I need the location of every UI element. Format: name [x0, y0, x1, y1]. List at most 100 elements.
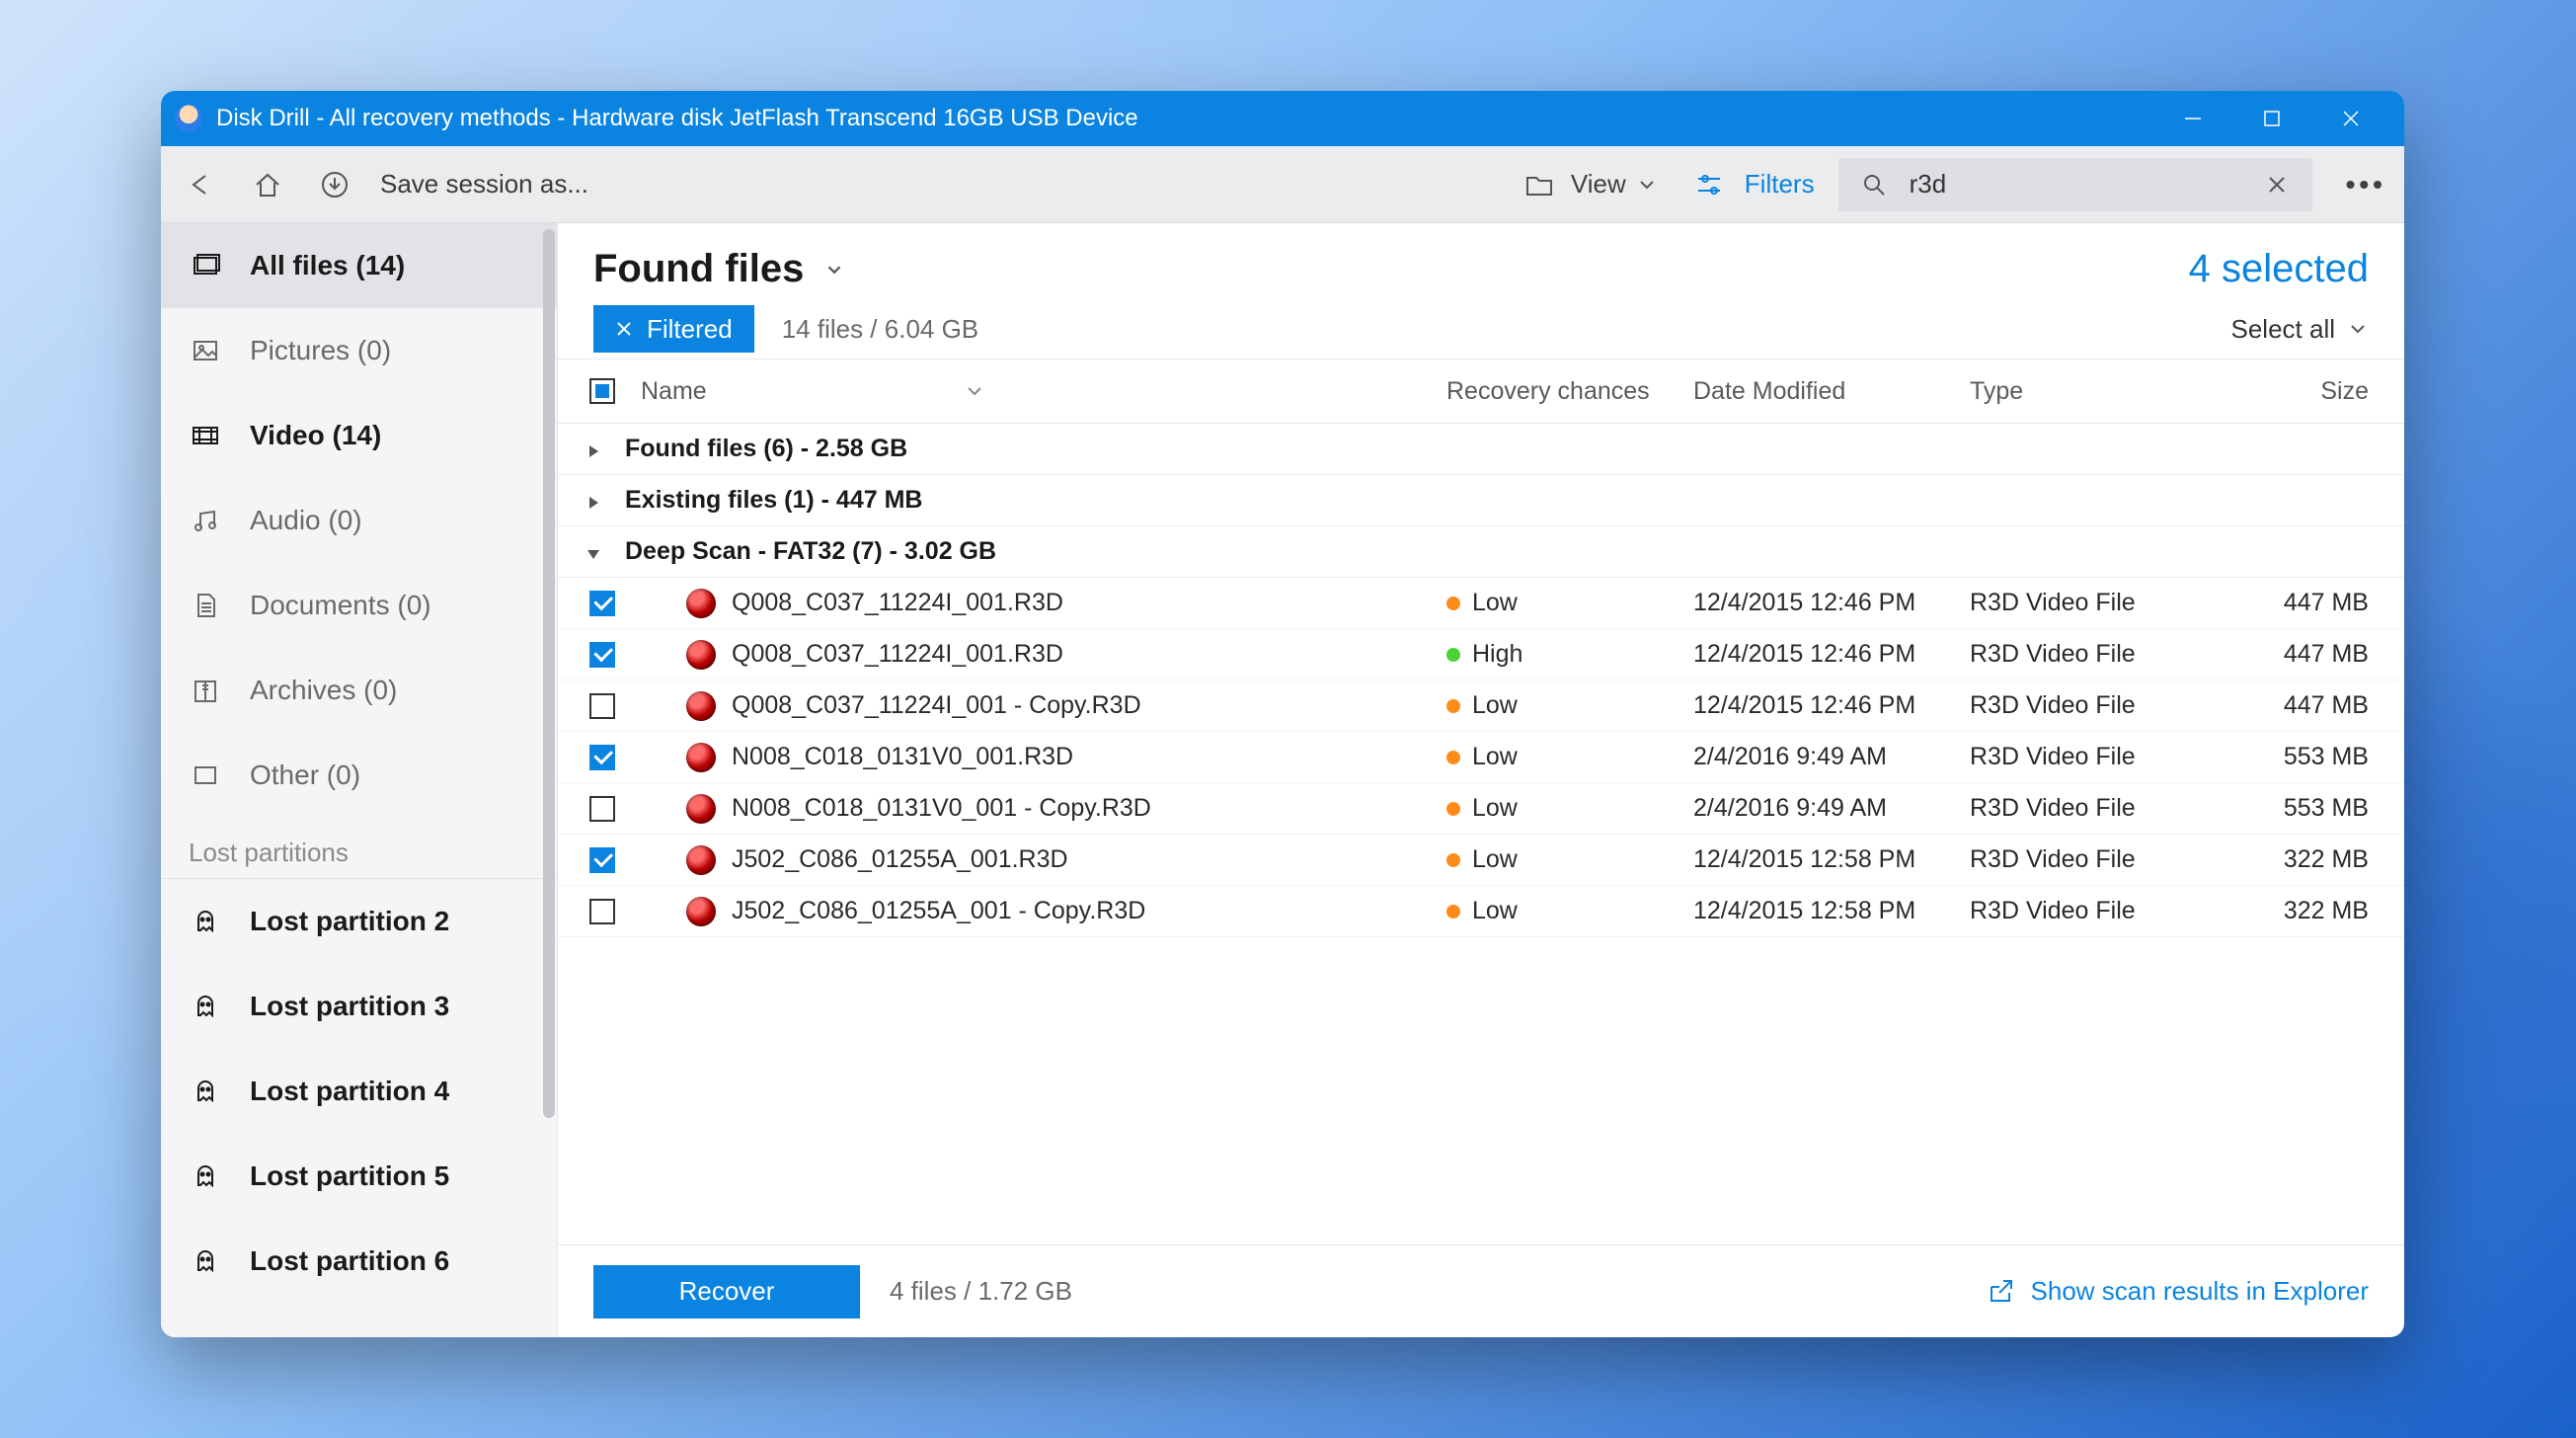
- sidebar-item-lost-partition[interactable]: Lost partition 3: [161, 964, 557, 1049]
- sidebar-item-label: Other (0): [250, 759, 360, 791]
- col-size[interactable]: Size: [2207, 377, 2404, 406]
- chevron-down-icon: [823, 259, 845, 280]
- col-type[interactable]: Type: [1970, 377, 2207, 406]
- row-checkbox[interactable]: [589, 796, 615, 822]
- file-size: 447 MB: [2207, 691, 2404, 720]
- file-row[interactable]: Q008_C037_11224I_001 - Copy.R3D Low 12/4…: [558, 680, 2404, 732]
- r3d-file-icon: [686, 897, 716, 926]
- found-files-dropdown[interactable]: Found files: [593, 247, 845, 291]
- file-row[interactable]: J502_C086_01255A_001 - Copy.R3D Low 12/4…: [558, 886, 2404, 937]
- minimize-button[interactable]: [2153, 91, 2232, 146]
- chance-label: Low: [1472, 794, 1518, 822]
- file-name: N008_C018_0131V0_001 - Copy.R3D: [732, 794, 1151, 823]
- sidebar-item-lost-partition[interactable]: Lost partition 6: [161, 1219, 557, 1304]
- save-session-icon[interactable]: [313, 163, 356, 206]
- chance-label: Low: [1472, 897, 1518, 924]
- view-button[interactable]: View: [1512, 163, 1664, 206]
- sidebar-item-all-files[interactable]: All files (14): [161, 223, 557, 308]
- file-row[interactable]: N008_C018_0131V0_001 - Copy.R3D Low 2/4/…: [558, 783, 2404, 835]
- file-date: 12/4/2015 12:46 PM: [1693, 589, 1970, 617]
- other-icon: [189, 759, 222, 792]
- file-type: R3D Video File: [1970, 743, 2207, 771]
- filters-button[interactable]: Filters: [1687, 163, 1815, 206]
- disclosure-triangle-icon[interactable]: [584, 542, 603, 562]
- sort-chevron-icon[interactable]: [964, 380, 985, 402]
- file-date: 2/4/2016 9:49 AM: [1693, 794, 1970, 823]
- row-checkbox[interactable]: [589, 899, 615, 924]
- filtered-chip[interactable]: Filtered: [593, 305, 754, 353]
- file-date: 12/4/2015 12:58 PM: [1693, 845, 1970, 874]
- more-menu-button[interactable]: •••: [2346, 169, 2386, 200]
- chevron-down-icon: [2347, 318, 2369, 340]
- header-checkbox[interactable]: [589, 378, 615, 404]
- sliders-icon: [1687, 163, 1731, 206]
- table-body: Found files (6) - 2.58 GB Existing files …: [558, 424, 2404, 1244]
- sidebar-item-documents[interactable]: Documents (0): [161, 563, 557, 648]
- sidebar-item-label: Audio (0): [250, 505, 362, 536]
- row-checkbox[interactable]: [589, 591, 615, 616]
- sidebar-item-label: Documents (0): [250, 590, 431, 621]
- col-date-modified[interactable]: Date Modified: [1693, 377, 1970, 406]
- save-session-label[interactable]: Save session as...: [380, 169, 588, 200]
- file-name: Q008_C037_11224I_001.R3D: [732, 589, 1063, 617]
- sidebar-item-lost-partition[interactable]: Lost partition 4: [161, 1049, 557, 1134]
- col-name[interactable]: Name: [641, 377, 707, 406]
- chance-dot-icon: [1446, 853, 1460, 867]
- row-checkbox[interactable]: [589, 847, 615, 873]
- titlebar[interactable]: Disk Drill - All recovery methods - Hard…: [161, 91, 2404, 146]
- col-recovery-chances[interactable]: Recovery chances: [1446, 377, 1693, 406]
- sidebar-item-lost-partition[interactable]: Lost partition 5: [161, 1134, 557, 1219]
- sidebar-scrollbar-thumb[interactable]: [543, 229, 555, 1118]
- filtered-label: Filtered: [647, 314, 733, 345]
- disclosure-triangle-icon[interactable]: [584, 439, 603, 459]
- sidebar-item-pictures[interactable]: Pictures (0): [161, 308, 557, 393]
- file-row[interactable]: N008_C018_0131V0_001.R3D Low 2/4/2016 9:…: [558, 732, 2404, 783]
- recover-button[interactable]: Recover: [593, 1265, 860, 1318]
- sidebar-item-label: Lost partition 4: [250, 1076, 449, 1107]
- row-checkbox[interactable]: [589, 745, 615, 770]
- home-button[interactable]: [246, 163, 289, 206]
- back-button[interactable]: [179, 163, 222, 206]
- file-row[interactable]: J502_C086_01255A_001.R3D Low 12/4/2015 1…: [558, 835, 2404, 886]
- main-panel: Found files 4 selected Filtered 14 files…: [558, 223, 2404, 1337]
- file-type: R3D Video File: [1970, 691, 2207, 720]
- file-type: R3D Video File: [1970, 897, 2207, 925]
- chance-dot-icon: [1446, 751, 1460, 764]
- maximize-button[interactable]: [2232, 91, 2311, 146]
- sidebar-item-video[interactable]: Video (14): [161, 393, 557, 478]
- sidebar-item-audio[interactable]: Audio (0): [161, 478, 557, 563]
- disclosure-triangle-icon[interactable]: [584, 491, 603, 511]
- clear-search-icon[interactable]: [2255, 163, 2299, 206]
- search-input[interactable]: [1910, 169, 2241, 200]
- select-all-button[interactable]: Select all: [2231, 314, 2370, 345]
- sidebar-item-label: Lost partition 2: [250, 906, 449, 937]
- group-row[interactable]: Found files (6) - 2.58 GB: [558, 424, 2404, 475]
- file-size: 322 MB: [2207, 845, 2404, 874]
- archive-icon: [189, 674, 222, 707]
- sidebar: All files (14) Pictures (0) Video (14) A…: [161, 223, 558, 1337]
- sidebar-item-lost-partition[interactable]: Lost partition 2: [161, 879, 557, 964]
- sidebar-item-archives[interactable]: Archives (0): [161, 648, 557, 733]
- explorer-label: Show scan results in Explorer: [2031, 1276, 2369, 1307]
- group-row[interactable]: Deep Scan - FAT32 (7) - 3.02 GB: [558, 526, 2404, 578]
- group-label: Found files (6) - 2.58 GB: [625, 435, 907, 463]
- row-checkbox[interactable]: [589, 642, 615, 668]
- show-in-explorer-link[interactable]: Show scan results in Explorer: [1986, 1276, 2369, 1307]
- file-row[interactable]: Q008_C037_11224I_001.R3D High 12/4/2015 …: [558, 629, 2404, 680]
- recover-label: Recover: [679, 1276, 775, 1307]
- ghost-icon: [189, 990, 222, 1023]
- select-all-label: Select all: [2231, 314, 2336, 345]
- file-count-summary: 14 files / 6.04 GB: [782, 314, 978, 345]
- r3d-file-icon: [686, 845, 716, 875]
- external-link-icon: [1986, 1277, 2015, 1307]
- search-box[interactable]: [1838, 158, 2312, 211]
- row-checkbox[interactable]: [589, 693, 615, 719]
- file-row[interactable]: Q008_C037_11224I_001.R3D Low 12/4/2015 1…: [558, 578, 2404, 629]
- window-title: Disk Drill - All recovery methods - Hard…: [216, 105, 1138, 132]
- file-date: 12/4/2015 12:58 PM: [1693, 897, 1970, 925]
- group-row[interactable]: Existing files (1) - 447 MB: [558, 475, 2404, 526]
- sidebar-item-other[interactable]: Other (0): [161, 733, 557, 818]
- stack-icon: [189, 249, 222, 282]
- group-label: Existing files (1) - 447 MB: [625, 486, 922, 515]
- close-button[interactable]: [2311, 91, 2390, 146]
